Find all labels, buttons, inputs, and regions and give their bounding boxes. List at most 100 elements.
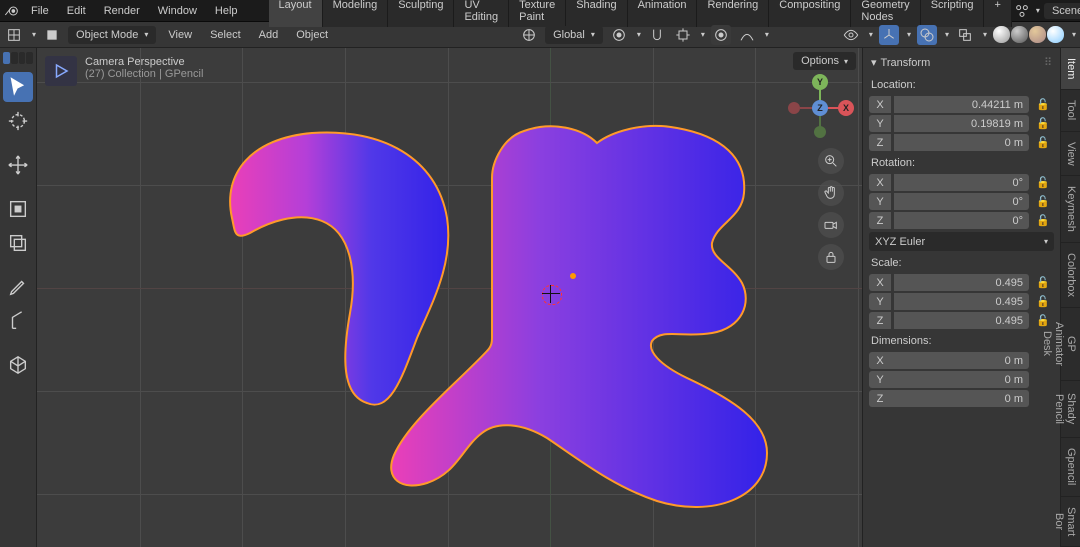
shading-material-icon[interactable]: [1029, 26, 1046, 43]
vtab-gpencil[interactable]: Gpencil: [1061, 438, 1080, 496]
gizmo-toggle-icon[interactable]: [879, 25, 899, 45]
zoom-icon[interactable]: [818, 148, 844, 174]
viewport-icon[interactable]: [45, 56, 77, 86]
chevron-down-icon[interactable]: ▾: [701, 30, 705, 39]
lock-icon[interactable]: 🔓: [1032, 212, 1054, 229]
scl-y-input[interactable]: 0.495: [894, 293, 1029, 310]
tool-add-primitive[interactable]: [3, 350, 33, 380]
vtab-colorbox[interactable]: Colorbox: [1061, 243, 1080, 308]
xray-icon[interactable]: [955, 25, 975, 45]
dim-x-input[interactable]: 0 m: [891, 352, 1029, 369]
menu-window[interactable]: Window: [149, 2, 206, 20]
panel-header-transform[interactable]: ▾ Transform ⠿: [869, 54, 1054, 71]
orientation-dropdown[interactable]: Global▾: [545, 26, 603, 44]
dim-z-input[interactable]: 0 m: [891, 390, 1029, 407]
tool-select-box[interactable]: [3, 72, 33, 102]
chevron-down-icon[interactable]: ▾: [907, 30, 911, 39]
add-workspace-button[interactable]: +: [984, 0, 1011, 27]
loc-x-input[interactable]: 0.44211 m: [894, 96, 1029, 113]
chevron-down-icon[interactable]: ▾: [32, 30, 36, 39]
menu-file[interactable]: File: [22, 2, 58, 20]
shading-rendered-icon[interactable]: [1047, 26, 1064, 43]
rot-z-input[interactable]: 0°: [894, 212, 1029, 229]
scl-x-input[interactable]: 0.495: [894, 274, 1029, 291]
pivot-icon[interactable]: [609, 25, 629, 45]
select-mode-2[interactable]: [11, 52, 18, 64]
select-mode-1[interactable]: [3, 52, 10, 64]
pan-icon[interactable]: [818, 180, 844, 206]
proportional-edit-icon[interactable]: [711, 25, 731, 45]
chevron-down-icon[interactable]: ▾: [983, 30, 987, 39]
select-mode-4[interactable]: [26, 52, 33, 64]
select-mode-3[interactable]: [19, 52, 26, 64]
visibility-icon[interactable]: [841, 25, 861, 45]
gizmo-neg-y[interactable]: [814, 126, 826, 138]
tab-rendering[interactable]: Rendering: [697, 0, 769, 27]
chevron-down-icon[interactable]: ▾: [869, 30, 873, 39]
menu-render[interactable]: Render: [95, 2, 149, 20]
menu-object[interactable]: Object: [290, 26, 334, 44]
tool-transform[interactable]: [3, 228, 33, 258]
tool-annotate[interactable]: [3, 272, 33, 302]
loc-y-input[interactable]: 0.19819 m: [894, 115, 1029, 132]
falloff-icon[interactable]: [737, 25, 757, 45]
tab-uv-editing[interactable]: UV Editing: [454, 0, 509, 27]
lock-icon[interactable]: 🔓: [1032, 96, 1054, 113]
lock-icon[interactable]: 🔓: [1032, 115, 1054, 132]
tool-move[interactable]: [3, 150, 33, 180]
menu-select[interactable]: Select: [204, 26, 247, 44]
tab-sculpting[interactable]: Sculpting: [388, 0, 454, 27]
scene-name[interactable]: Scene: [1044, 3, 1080, 19]
tab-texture-paint[interactable]: Texture Paint: [509, 0, 566, 27]
snap-target-icon[interactable]: [673, 25, 693, 45]
lock-icon[interactable]: 🔓: [1032, 293, 1054, 310]
nav-gizmo[interactable]: Y X Z: [790, 78, 850, 138]
menu-edit[interactable]: Edit: [58, 2, 95, 20]
rotation-mode-dropdown[interactable]: XYZ Euler▾: [869, 232, 1054, 251]
chevron-down-icon[interactable]: ▾: [1036, 6, 1040, 15]
vtab-tool[interactable]: Tool: [1061, 90, 1080, 131]
lock-icon[interactable]: 🔓: [1032, 274, 1054, 291]
vtab-view[interactable]: View: [1061, 132, 1080, 177]
vtab-gp-animator[interactable]: GP Animator Desk: [1061, 308, 1080, 381]
camera-icon[interactable]: [818, 212, 844, 238]
options-dropdown[interactable]: Options▾: [793, 52, 856, 70]
gizmo-x[interactable]: X: [838, 100, 854, 116]
lock-icon[interactable]: 🔓: [1032, 174, 1054, 191]
rot-y-input[interactable]: 0°: [894, 193, 1029, 210]
dim-y-input[interactable]: 0 m: [891, 371, 1029, 388]
lock-icon[interactable]: 🔓: [1032, 193, 1054, 210]
tab-animation[interactable]: Animation: [628, 0, 698, 27]
tab-scripting[interactable]: Scripting: [921, 0, 985, 27]
chevron-down-icon[interactable]: ▾: [945, 30, 949, 39]
menu-add[interactable]: Add: [253, 26, 285, 44]
tab-layout[interactable]: Layout: [269, 0, 323, 27]
shading-wireframe-icon[interactable]: [993, 26, 1010, 43]
rot-x-input[interactable]: 0°: [894, 174, 1029, 191]
shading-solid-icon[interactable]: [1011, 26, 1028, 43]
viewport[interactable]: Camera Perspective (27) Collection | GPe…: [37, 48, 862, 547]
menu-help[interactable]: Help: [206, 2, 247, 20]
gizmo-y[interactable]: Y: [812, 74, 828, 90]
perspective-lock-icon[interactable]: [818, 244, 844, 270]
mode-dropdown[interactable]: Object Mode▾: [68, 26, 156, 44]
vtab-keymesh[interactable]: Keymesh: [1061, 176, 1080, 243]
gizmo-neg-x[interactable]: [788, 102, 800, 114]
drag-handle-icon[interactable]: ⠿: [1044, 56, 1052, 69]
scl-z-input[interactable]: 0.495: [894, 312, 1029, 329]
tool-cursor[interactable]: [3, 106, 33, 136]
orientation-icon[interactable]: [519, 25, 539, 45]
gizmo-z[interactable]: Z: [812, 100, 828, 116]
tool-measure[interactable]: [3, 306, 33, 336]
overlay-toggle-icon[interactable]: [917, 25, 937, 45]
tab-shading[interactable]: Shading: [566, 0, 627, 27]
gpencil-object[interactable]: [212, 103, 782, 523]
tab-modeling[interactable]: Modeling: [323, 0, 389, 27]
lock-icon[interactable]: 🔓: [1032, 134, 1054, 151]
scene-selector-icon[interactable]: [1014, 3, 1030, 19]
loc-z-input[interactable]: 0 m: [894, 134, 1029, 151]
vtab-smart-bor[interactable]: Smart Bor: [1061, 497, 1080, 547]
chevron-down-icon[interactable]: ▾: [637, 30, 641, 39]
blender-logo-icon[interactable]: [4, 2, 20, 20]
snap-icon[interactable]: [647, 25, 667, 45]
